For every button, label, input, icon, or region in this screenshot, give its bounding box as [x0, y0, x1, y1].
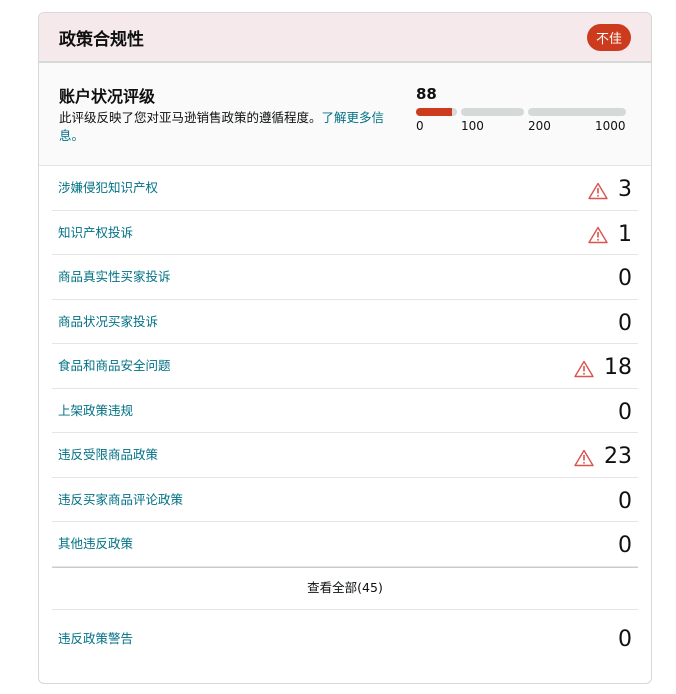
violation-row: 涉嫌侵犯知识产权 3 [52, 166, 638, 211]
violation-row: 其他违反政策 0 [52, 522, 638, 567]
policy-warning-link[interactable]: 违反政策警告 [58, 628, 133, 652]
count-value: 0 [618, 533, 632, 558]
violation-link[interactable]: 商品真实性买家投诉 [58, 266, 171, 285]
violation-row: 上架政策违规 0 [52, 389, 638, 433]
count-value: 0 [618, 399, 632, 425]
policy-compliance-card: 政策合规性 不佳 账户状况评级 此评级反映了您对亚马逊销售政策的遵循程度。了解更… [38, 12, 652, 684]
violation-row: 商品状况买家投诉 0 [52, 300, 638, 344]
violation-link[interactable]: 涉嫌侵犯知识产权 [58, 177, 158, 196]
violation-link[interactable]: 商品状况买家投诉 [58, 311, 158, 330]
view-all-link[interactable]: 查看全部(45) [52, 566, 638, 610]
card-header: 政策合规性 不佳 [39, 13, 651, 63]
violation-count: 18 [574, 355, 632, 380]
violation-count: 0 [618, 311, 632, 336]
rating-bar-segment-100-200 [461, 108, 524, 116]
violation-count: 0 [618, 489, 632, 514]
count-value: 23 [604, 444, 632, 469]
rating-bar-fill [416, 108, 453, 116]
violation-count: 0 [618, 266, 632, 291]
warning-icon [588, 181, 608, 199]
violation-link[interactable]: 其他违反政策 [58, 533, 133, 552]
policy-warning-row: 违反政策警告 0 [39, 610, 651, 652]
rating-bar-segment-0-100 [416, 108, 457, 116]
count-value: 1 [618, 221, 632, 247]
violation-link[interactable]: 违反买家商品评论政策 [58, 489, 183, 508]
rating-score: 88 [416, 85, 437, 103]
violation-link[interactable]: 食品和商品安全问题 [58, 355, 171, 374]
warning-icon [588, 225, 608, 244]
tick-label: 1000 [595, 119, 626, 133]
count-value: 18 [604, 355, 632, 380]
status-badge: 不佳 [586, 23, 631, 51]
violation-count: 0 [618, 533, 632, 558]
violation-count: 3 [588, 177, 632, 202]
violation-row: 知识产权投诉 1 [52, 211, 638, 255]
violation-row: 商品真实性买家投诉 0 [52, 255, 638, 300]
violation-row: 违反受限商品政策 23 [52, 433, 638, 478]
count-value: 0 [618, 266, 632, 291]
count-value: 0 [618, 310, 632, 336]
policy-warning-count: 0 [618, 626, 632, 652]
violation-row: 违反买家商品评论政策 0 [52, 478, 638, 522]
account-health-rating: 账户状况评级 此评级反映了您对亚马逊销售政策的遵循程度。了解更多信息。 88 0… [39, 63, 651, 166]
count-value: 0 [618, 488, 632, 514]
warning-icon [574, 359, 594, 377]
violation-count: 23 [574, 444, 632, 469]
violation-list: 涉嫌侵犯知识产权 3 知识产权投诉 1 商品真实性买家投诉 0 商品状况买家投诉 0 食品和商品… [39, 166, 651, 567]
violation-link[interactable]: 上架政策违规 [58, 400, 133, 419]
rating-title: 账户状况评级 [59, 87, 156, 106]
rating-bar-segment-200-1000 [528, 108, 626, 116]
count-value: 3 [618, 177, 632, 202]
tick-label: 100 [461, 119, 484, 133]
rating-description-text: 此评级反映了您对亚马逊销售政策的遵循程度。 [59, 110, 322, 125]
rating-description: 此评级反映了您对亚马逊销售政策的遵循程度。了解更多信息。 [59, 109, 389, 145]
violation-count: 1 [588, 222, 632, 247]
tick-label: 200 [528, 119, 551, 133]
violation-link[interactable]: 违反受限商品政策 [58, 444, 158, 463]
violation-link[interactable]: 知识产权投诉 [58, 222, 133, 241]
card-title: 政策合规性 [59, 29, 144, 50]
tick-label: 0 [416, 119, 424, 133]
warning-icon [574, 448, 594, 466]
violation-row: 食品和商品安全问题 18 [52, 344, 638, 389]
violation-count: 0 [618, 400, 632, 425]
